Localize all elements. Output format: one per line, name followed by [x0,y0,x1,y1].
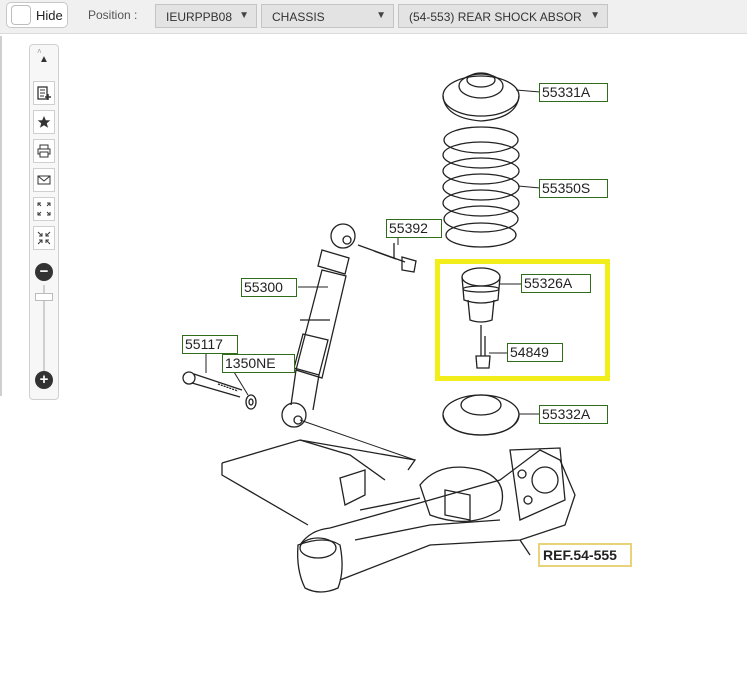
zoom-slider-handle[interactable] [35,293,53,301]
mail-button[interactable] [33,168,55,192]
part-55392-drawing [357,243,417,273]
part-55331a-drawing [442,72,520,122]
part-55332a-drawing [442,394,520,436]
print-button[interactable] [33,139,55,163]
callout-55300[interactable]: 55300 [241,278,297,297]
part-55117-drawing [182,371,243,398]
shrink-button[interactable] [33,226,55,250]
callout-54849[interactable]: 54849 [507,343,563,362]
axle-drawing [221,439,576,593]
shrink-icon [37,231,51,245]
side-toolbar: ˄ ▲ − + [29,44,59,400]
up-arrow-icon[interactable]: ▲ [33,49,55,73]
part-55300-drawing [281,223,356,428]
callout-1350ne[interactable]: 1350NE [222,354,295,373]
expand-button[interactable] [33,197,55,221]
callout-55350s[interactable]: 55350S [539,179,608,198]
reference-link[interactable]: REF.54-555 [538,543,632,567]
callout-55392[interactable]: 55392 [386,219,442,238]
parts-diagram [182,72,576,593]
parts-list-icon [37,86,51,100]
callout-55331a[interactable]: 55331A [539,83,608,102]
star-icon [37,116,51,128]
zoom-out-icon[interactable]: − [35,263,53,281]
zoom-in-icon[interactable]: + [35,371,53,389]
mail-icon [37,175,51,185]
callout-55332a[interactable]: 55332A [539,405,608,424]
print-icon [37,144,51,158]
expand-icon [37,202,51,216]
callout-55326a[interactable]: 55326A [521,274,591,293]
part-1350ne-drawing [245,394,257,410]
callout-55117[interactable]: 55117 [182,335,238,354]
part-55350s-drawing [442,126,520,248]
parts-list-button[interactable] [33,81,55,105]
favorite-button[interactable] [33,110,55,134]
